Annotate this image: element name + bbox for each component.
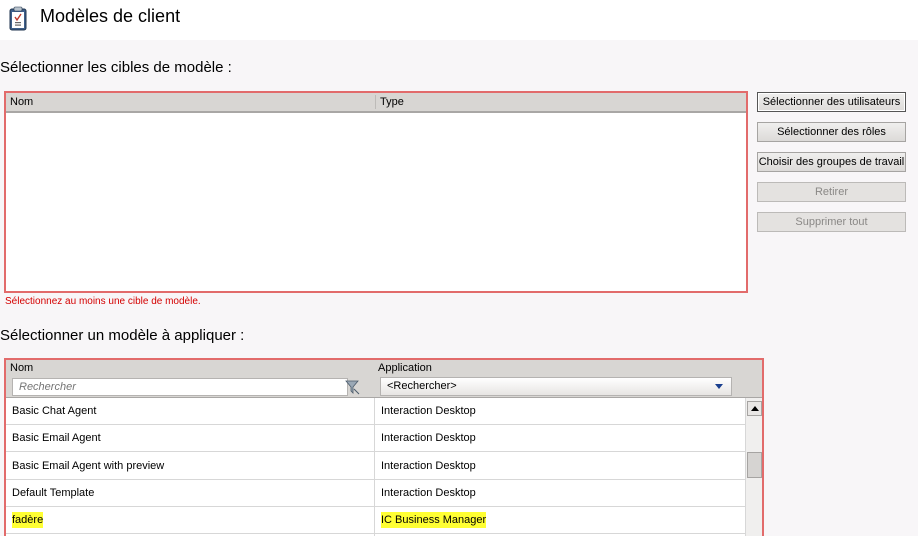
scroll-thumb[interactable]	[747, 452, 762, 478]
remove-button[interactable]: Retirer	[757, 182, 906, 202]
scroll-up-arrow-icon[interactable]	[747, 401, 762, 416]
choose-workgroups-button[interactable]: Choisir des groupes de travail	[757, 152, 906, 172]
name-search-input[interactable]	[12, 378, 348, 396]
column-divider	[374, 398, 375, 536]
templates-scrollbar[interactable]	[745, 398, 762, 536]
application-filter-value: <Rechercher>	[387, 380, 457, 392]
column-header-type[interactable]: Type	[376, 93, 746, 111]
column-header-application[interactable]: Application	[378, 362, 432, 374]
application-filter-select[interactable]: <Rechercher>	[380, 377, 732, 396]
remove-all-button[interactable]: Supprimer tout	[757, 212, 906, 232]
targets-grid-header: Nom Type	[6, 93, 746, 113]
templates-grid-header: Nom Application <Rechercher>	[6, 360, 762, 398]
template-application: IC Business Manager	[381, 507, 487, 533]
clipboard-icon	[9, 6, 27, 31]
column-header-name[interactable]: Nom	[10, 362, 33, 374]
table-row[interactable]: fadère IC Business Manager	[6, 507, 746, 534]
template-application: Interaction Desktop	[381, 460, 476, 472]
table-row[interactable]: Basic Chat Agent Interaction Desktop	[6, 398, 746, 425]
template-application: Interaction Desktop	[381, 487, 476, 499]
table-row[interactable]: Basic Email Agent Interaction Desktop	[6, 425, 746, 452]
highlighted-template-application: IC Business Manager	[381, 512, 487, 528]
filter-icon[interactable]	[344, 378, 360, 396]
template-name: Basic Email Agent with preview	[12, 460, 165, 472]
select-users-button[interactable]: Sélectionner des utilisateurs	[757, 92, 906, 112]
highlighted-template-name: fadère	[12, 512, 44, 528]
template-name: fadère	[12, 507, 44, 533]
table-row[interactable]: Basic Email Agent with preview Interacti…	[6, 453, 746, 480]
targets-grid[interactable]: Nom Type	[4, 91, 748, 293]
template-name: Basic Chat Agent	[12, 405, 97, 417]
validation-message: Sélectionnez au moins une cible de modèl…	[5, 296, 201, 307]
template-name: Basic Email Agent	[12, 432, 101, 444]
select-roles-button[interactable]: Sélectionner des rôles	[757, 122, 906, 142]
main-content: Sélectionner les cibles de modèle : Nom …	[0, 40, 918, 536]
templates-section-label: Sélectionner un modèle à appliquer :	[0, 327, 245, 344]
template-application: Interaction Desktop	[381, 432, 476, 444]
page-title: Modèles de client	[40, 6, 181, 26]
chevron-down-icon[interactable]	[715, 384, 723, 389]
templates-grid[interactable]: Nom Application <Rechercher> Basic Chat …	[4, 358, 764, 536]
targets-section-label: Sélectionner les cibles de modèle :	[0, 59, 232, 76]
template-name: Default Template	[12, 487, 95, 499]
template-application: Interaction Desktop	[381, 405, 476, 417]
templates-rows: Basic Chat Agent Interaction Desktop Bas…	[6, 398, 746, 536]
table-row[interactable]: Default Template Interaction Desktop	[6, 480, 746, 507]
title-bar: Modèles de client	[0, 0, 918, 40]
column-header-name[interactable]: Nom	[6, 93, 374, 111]
